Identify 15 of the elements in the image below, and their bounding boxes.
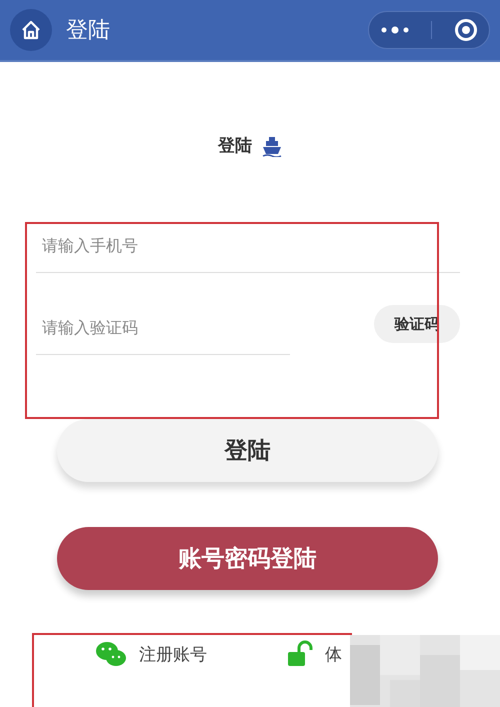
more-icon[interactable]	[380, 26, 410, 34]
code-input[interactable]: 请输入验证码	[36, 301, 290, 355]
login-button[interactable]: 登陆	[57, 419, 438, 482]
home-icon	[20, 19, 42, 41]
footer-link[interactable]: 体	[287, 640, 342, 668]
phone-input[interactable]: 请输入手机号	[36, 219, 460, 273]
ship-icon	[262, 134, 282, 156]
password-login-button[interactable]: 账号密码登陆	[57, 527, 438, 590]
page-heading: 登陆	[218, 135, 252, 157]
close-icon[interactable]	[454, 18, 478, 42]
chat-icon	[95, 640, 127, 668]
footer-link[interactable]: 注册账号	[95, 640, 207, 668]
unlock-icon	[287, 640, 313, 668]
home-button[interactable]	[10, 9, 52, 51]
nav-title: 登陆	[66, 17, 110, 45]
